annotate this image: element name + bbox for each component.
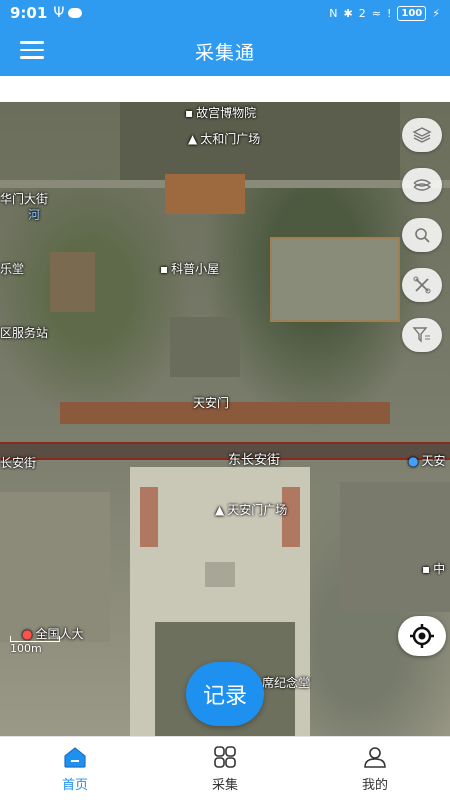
tab-collect[interactable]: 采集 [150, 737, 300, 800]
central-courtyard [170, 317, 240, 377]
page-title: 采集通 [194, 41, 255, 64]
metro-icon: ● [408, 454, 419, 468]
filter-button[interactable] [402, 318, 442, 352]
filter-icon [412, 327, 430, 343]
map-label: 故宫博物院 [196, 106, 257, 120]
satellite-map[interactable]: ▪ 故宫博物院 ▲ 太和门广场 华门大街 河 乐堂 ▪ 科普小屋 区服务站 天安门 长… [0, 102, 450, 736]
map-label: 席纪念堂 [262, 676, 311, 690]
cloud-icon [68, 8, 83, 18]
battery-level: 100 [397, 5, 427, 21]
poi-icon: ▪ [160, 262, 169, 276]
tab-mine[interactable]: 我的 [300, 737, 450, 800]
tools-icon [413, 276, 431, 294]
locate-icon [410, 624, 434, 648]
home-icon [64, 747, 86, 768]
scale-label: 100m [10, 642, 42, 655]
charging-icon: ⚡ [432, 6, 440, 20]
park-icon: ▲ [215, 503, 225, 517]
poi-icon: ▪ [422, 562, 431, 576]
west-buildings [50, 252, 95, 312]
bottom-tab-bar: 首页 采集 我的 [0, 736, 450, 800]
east-district [340, 482, 450, 612]
nfc-icon: N [329, 6, 338, 20]
monument [205, 562, 235, 587]
locate-button[interactable] [398, 616, 446, 656]
map-label: 中 [433, 562, 446, 576]
map-label: 长安街 [0, 456, 37, 470]
map-label: 乐堂 [0, 262, 25, 276]
overlay-button[interactable] [402, 168, 442, 202]
map-label: 天安门广场 [227, 503, 288, 517]
map-label: 太和门广场 [200, 132, 261, 146]
alert-icon: ! [386, 6, 392, 20]
tab-label: 采集 [211, 778, 238, 793]
menu-icon [20, 41, 44, 44]
header-spacer [0, 76, 450, 102]
tab-label: 我的 [361, 778, 388, 793]
changan-avenue [0, 442, 450, 460]
status-time: 9:01 [10, 4, 48, 22]
map-scale: 100m [10, 636, 60, 655]
poi-icon: ▪ [185, 106, 194, 120]
tab-label: 首页 [61, 778, 88, 793]
map-label: 天安门 [193, 396, 230, 410]
search-icon [415, 228, 430, 243]
east-compound [270, 237, 400, 322]
usb-icon: Ψ [53, 5, 65, 21]
map-label: 东长安街 [228, 453, 281, 468]
layers-button[interactable] [402, 118, 442, 152]
park-icon: ▲ [188, 132, 198, 146]
status-bar: 9:01 Ψ N ✱ 2 ≈ ! 100 ⚡ [0, 0, 450, 26]
map-label: 天安 [421, 454, 446, 468]
map-label: 区服务站 [0, 326, 49, 340]
square-lawn-left [140, 487, 158, 547]
map-label: 河 [28, 208, 41, 222]
menu-button[interactable] [20, 41, 44, 61]
tools-button[interactable] [402, 268, 442, 302]
user-icon [364, 747, 386, 768]
overlay-icon [413, 179, 432, 191]
layers-icon [412, 127, 432, 143]
gate-building [165, 174, 245, 214]
west-district [0, 492, 110, 642]
bluetooth-icon: ✱ [343, 6, 353, 20]
record-button[interactable]: 记录 [186, 662, 264, 726]
wifi-icon: ≈ [371, 6, 381, 20]
tab-home[interactable]: 首页 [0, 737, 150, 800]
grid-icon [214, 746, 236, 768]
network-speed: 2 [358, 6, 366, 20]
app-header: 采集通 [0, 26, 450, 76]
map-label: 华门大街 [0, 192, 49, 206]
search-button[interactable] [402, 218, 442, 252]
map-label: 科普小屋 [171, 262, 220, 276]
